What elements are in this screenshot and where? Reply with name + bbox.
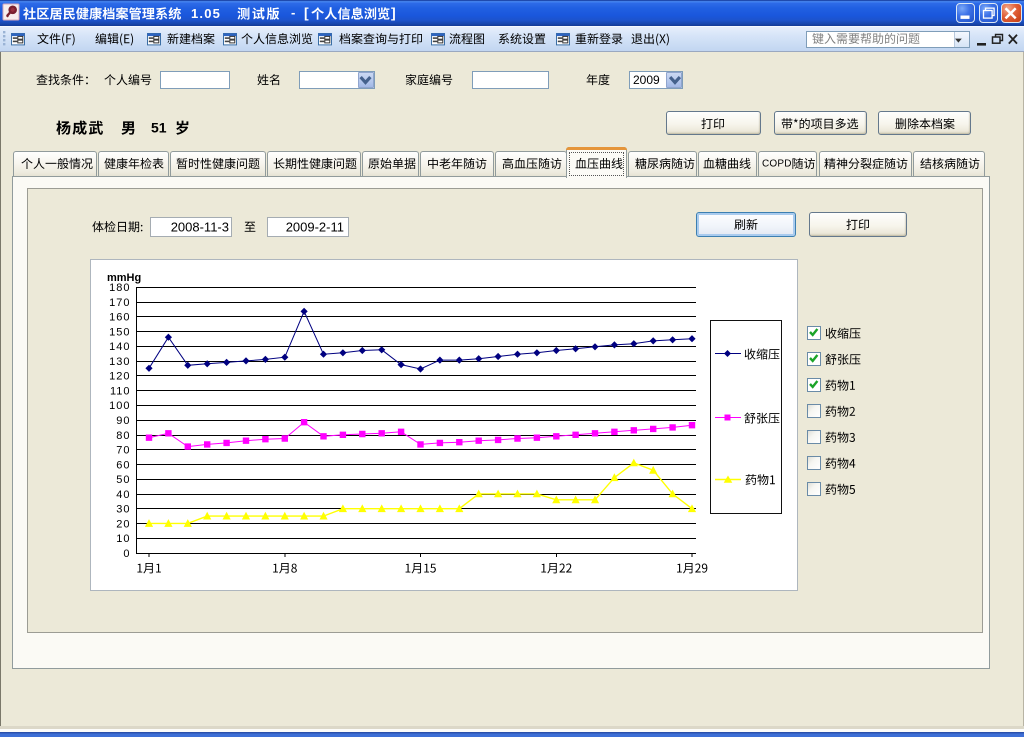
svg-text:51: 51	[151, 120, 167, 136]
